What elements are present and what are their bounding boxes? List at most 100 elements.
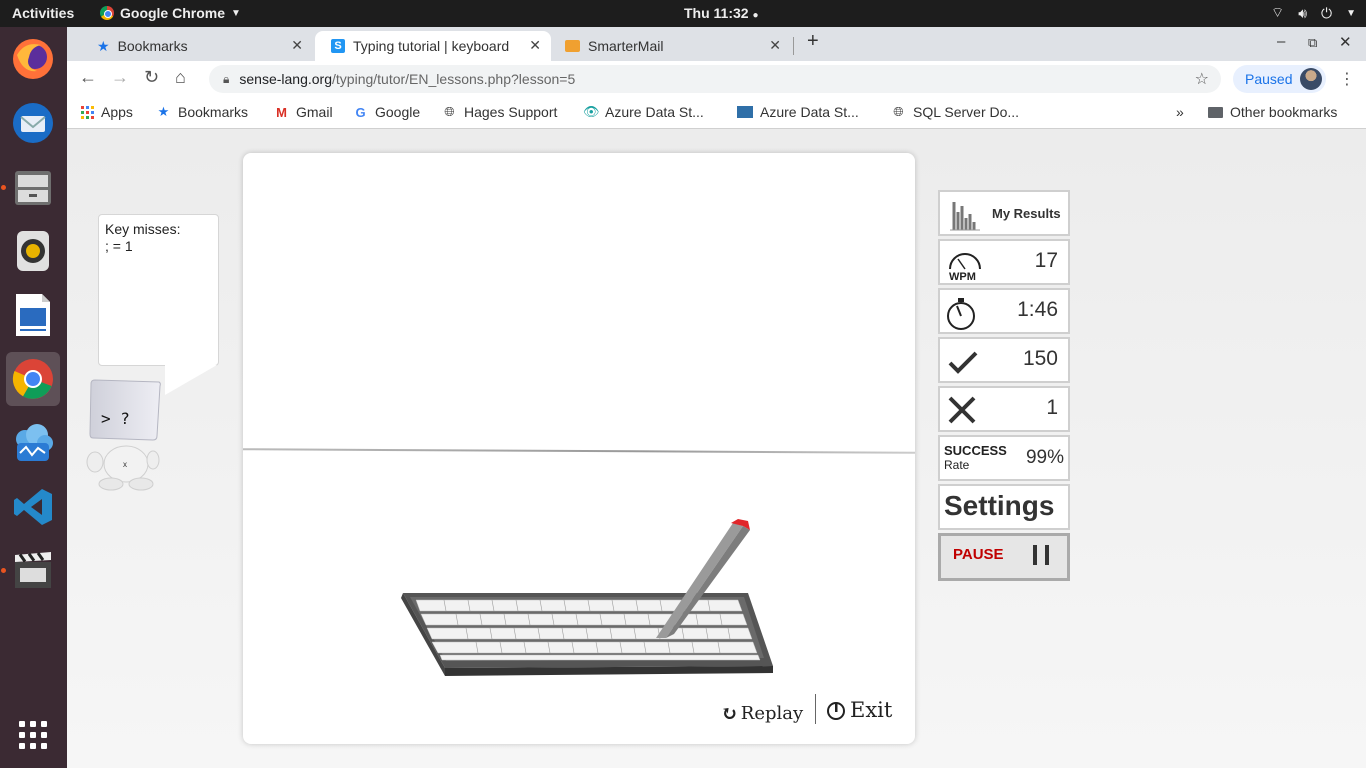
system-tray[interactable]: ⌔ 🔊︎ ⏻ ▼: [1271, 4, 1356, 22]
apps-grid-icon: [81, 105, 94, 119]
google-icon: G: [355, 104, 366, 120]
avatar: [1300, 68, 1322, 90]
bookmark-azure-data-studio-2[interactable]: Azure Data St...: [737, 104, 859, 120]
app-menu[interactable]: Google Chrome ▼: [100, 5, 241, 21]
eye-icon: 👁︎: [583, 104, 600, 119]
profile-status: Paused: [1245, 71, 1293, 87]
bubble-tail: [165, 365, 217, 395]
bar-chart-icon: [950, 202, 980, 231]
wpm-value: 17: [1034, 249, 1058, 272]
time-stat: 1:46: [938, 288, 1070, 334]
sense-lang-icon: S: [331, 39, 345, 53]
bookmark-bookmarks[interactable]: ★ Bookmarks: [156, 104, 248, 120]
thunderbird-icon[interactable]: [6, 96, 60, 150]
wpm-label: WPM: [949, 271, 976, 281]
clock-label: Thu 11:32: [684, 5, 749, 21]
tab-separator: [793, 37, 794, 55]
tab-title: Bookmarks: [117, 38, 188, 54]
chevron-down-icon: ▼: [231, 7, 241, 19]
back-button[interactable]: ←: [79, 67, 97, 88]
url-path: /typing/tutor/EN_lessons.php?lesson=5: [332, 71, 576, 87]
vscode-icon[interactable]: [6, 480, 60, 534]
minimize-button[interactable]: –: [1277, 33, 1285, 50]
checkmark-icon: [948, 351, 978, 374]
my-results-button[interactable]: My Results: [938, 190, 1070, 236]
writer-icon[interactable]: [6, 288, 60, 342]
exit-button[interactable]: Exit: [826, 698, 892, 722]
new-tab-button[interactable]: +: [807, 30, 819, 53]
home-button[interactable]: ⌂: [175, 67, 186, 88]
lock-icon: 🔒︎: [223, 71, 230, 86]
rhythmbox-icon[interactable]: [6, 224, 60, 278]
power-icon: ⏻: [1321, 4, 1333, 21]
key-misses-title: Key misses:: [105, 221, 181, 237]
exit-label: Exit: [850, 698, 893, 722]
bookmark-hages-support[interactable]: 🌐︎ Hages Support: [442, 104, 557, 120]
reload-button[interactable]: ↻: [144, 67, 159, 88]
chevron-down-icon: ▼: [1346, 7, 1356, 19]
globe-icon: 🌐︎: [444, 104, 455, 119]
correct-value: 150: [1022, 347, 1058, 370]
key-misses-line: ; = 1: [105, 238, 133, 254]
replay-icon: ↻: [721, 701, 738, 725]
tab-strip: ★ Bookmarks ✕ S Typing tutorial | keyboa…: [67, 27, 1366, 61]
success-rate-label: SUCCESS Rate: [944, 443, 1007, 473]
errors-stat: 1: [938, 386, 1070, 432]
firefox-icon[interactable]: [6, 32, 60, 86]
dock: [0, 27, 67, 768]
address-bar[interactable]: 🔒︎ sense-lang.org/typing/tutor/EN_lesson…: [209, 65, 1221, 93]
show-apps-icon[interactable]: [6, 708, 60, 762]
bookmark-label: Hages Support: [464, 104, 558, 120]
clock[interactable]: Thu 11:32 ●: [684, 5, 759, 21]
star-icon: ★: [97, 37, 110, 54]
settings-button[interactable]: Settings: [938, 484, 1070, 530]
azure-data-studio-icon[interactable]: [6, 416, 60, 470]
bookmark-label: Other bookmarks: [1230, 104, 1338, 120]
mail-icon: [565, 40, 580, 52]
forward-button[interactable]: →: [111, 67, 129, 88]
bookmark-sql-server-docs[interactable]: 🌐︎ SQL Server Do...: [891, 104, 1019, 120]
url-host: sense-lang.org: [239, 71, 333, 87]
files-icon[interactable]: [6, 160, 60, 214]
gmail-icon: M: [276, 104, 287, 120]
cross-icon: [948, 396, 976, 424]
tab-smartermail[interactable]: SmarterMail ✕: [549, 31, 791, 61]
video-editor-icon[interactable]: [6, 544, 60, 598]
bookmark-label: Bookmarks: [178, 104, 249, 120]
bookmark-azure-data-studio-1[interactable]: 👁︎ Azure Data St...: [583, 104, 704, 120]
bookmark-google[interactable]: G Google: [353, 104, 420, 120]
bookmark-label: Google: [375, 104, 421, 120]
typing-panel: ↻ Replay Exit: [242, 153, 916, 744]
bookmark-apps[interactable]: Apps: [81, 104, 133, 120]
gnome-top-bar: Activities Google Chrome ▼ Thu 11:32 ● ⌔…: [0, 0, 1366, 27]
bookmark-gmail[interactable]: M Gmail: [274, 104, 332, 120]
errors-value: 1: [1046, 396, 1058, 419]
replay-button[interactable]: ↻ Replay: [721, 701, 803, 725]
close-icon[interactable]: ✕: [529, 37, 541, 54]
tab-typing-tutorial[interactable]: S Typing tutorial | keyboard ✕: [315, 31, 551, 61]
bookmark-label: SQL Server Do...: [913, 104, 1020, 120]
tab-bookmarks[interactable]: ★ Bookmarks ✕: [81, 31, 313, 61]
bookmarks-overflow-button[interactable]: »: [1176, 104, 1184, 120]
close-icon[interactable]: ✕: [291, 37, 303, 54]
bookmark-label: Apps: [101, 104, 133, 120]
close-window-button[interactable]: ✕: [1339, 33, 1352, 51]
svg-text:x: x: [123, 460, 127, 469]
robot-mascot: > ? x: [86, 379, 161, 491]
maximize-button[interactable]: ⧉: [1308, 35, 1317, 51]
bookmark-label: Azure Data St...: [760, 104, 859, 120]
exit-icon: [827, 702, 845, 720]
close-icon[interactable]: ✕: [769, 37, 781, 54]
time-value: 1:46: [1017, 298, 1058, 321]
stopwatch-icon: [947, 298, 975, 330]
other-bookmarks[interactable]: Other bookmarks: [1208, 104, 1337, 120]
more-menu-icon[interactable]: ⋮: [1339, 69, 1355, 89]
my-results-label: My Results: [992, 206, 1061, 221]
activities-button[interactable]: Activities: [12, 5, 74, 21]
chrome-icon[interactable]: [6, 352, 60, 406]
chrome-icon: [100, 6, 114, 20]
pause-button[interactable]: PAUSE: [938, 533, 1070, 581]
profile-button[interactable]: Paused: [1233, 65, 1326, 93]
bookmark-star-icon[interactable]: ☆: [1195, 69, 1209, 89]
replay-label: Replay: [740, 702, 804, 724]
